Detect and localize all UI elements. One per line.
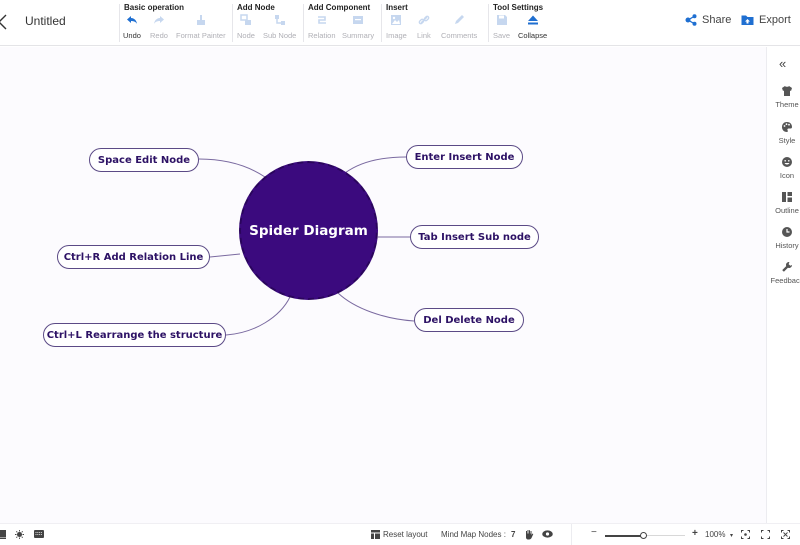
zoom-slider-fill	[605, 534, 644, 537]
link-icon	[418, 15, 430, 25]
top-toolbar: Untitled Basic operation Undo Redo Forma…	[0, 0, 800, 46]
fullscreen-icon[interactable]	[761, 530, 770, 539]
outline-icon	[782, 192, 792, 202]
zoom-slider[interactable]	[605, 532, 685, 539]
wrench-icon	[782, 262, 792, 272]
image-button[interactable]: Image	[386, 14, 407, 40]
divider	[303, 4, 304, 42]
palette-icon	[782, 122, 792, 132]
undo-button[interactable]: Undo	[123, 14, 141, 40]
keyboard-icon[interactable]	[34, 530, 44, 538]
divider	[488, 4, 489, 42]
fit-center-icon[interactable]	[741, 530, 750, 539]
zoom-level[interactable]: 100%	[705, 530, 725, 539]
connector-line	[209, 253, 241, 258]
back-arrow-icon[interactable]	[0, 12, 10, 32]
format-painter-icon	[196, 15, 205, 25]
eye-icon[interactable]	[542, 530, 553, 538]
summary-icon	[353, 16, 364, 24]
undo-icon	[126, 16, 137, 24]
group-title: Add Component	[308, 3, 371, 12]
sub-node-icon	[274, 15, 285, 25]
relation-icon	[317, 16, 326, 24]
sidebar-item-history[interactable]: History	[767, 226, 800, 250]
node-add-relation[interactable]: Ctrl+R Add Relation Line	[57, 245, 210, 269]
save-button[interactable]: Save	[493, 14, 510, 40]
connector-line	[337, 292, 415, 322]
zoom-dropdown-caret[interactable]: ▾	[730, 532, 733, 539]
collapse-button[interactable]: Collapse	[518, 14, 547, 40]
sidebar-item-icon[interactable]: Icon	[767, 156, 800, 180]
smiley-icon	[782, 157, 792, 167]
reset-layout-icon	[371, 530, 380, 539]
node-button[interactable]: Node	[237, 14, 255, 40]
sidebar-item-feedback[interactable]: Feedback	[767, 261, 800, 285]
sidebar-item-style[interactable]: Style	[767, 121, 800, 145]
group-title: Basic operation	[124, 3, 185, 12]
share-button[interactable]: Share	[685, 14, 731, 26]
root-node[interactable]: Spider Diagram	[239, 161, 378, 300]
node-enter-insert[interactable]: Enter Insert Node	[406, 145, 523, 169]
export-button[interactable]: Export	[741, 14, 791, 26]
image-icon	[391, 15, 402, 25]
redo-button[interactable]: Redo	[150, 14, 168, 40]
collapse-sidebar-icon[interactable]: «	[779, 56, 786, 71]
connector-line	[198, 158, 266, 178]
divider	[571, 524, 572, 545]
node-icon	[240, 14, 251, 25]
sidebar-item-outline[interactable]: Outline	[767, 191, 800, 215]
connector-line	[344, 156, 407, 174]
format-painter-button[interactable]: Format Painter	[176, 14, 226, 40]
document-title[interactable]: Untitled	[25, 14, 66, 28]
node-delete[interactable]: Del Delete Node	[414, 308, 524, 332]
shirt-icon	[782, 86, 792, 96]
divider	[381, 4, 382, 42]
zoom-out-button[interactable]: −	[591, 527, 597, 538]
sidebar-item-theme[interactable]: Theme	[767, 85, 800, 109]
status-bar: Reset layout Mind Map Nodes : 7 − + 100%…	[0, 523, 800, 545]
redo-icon	[153, 16, 164, 24]
connector-line	[225, 296, 291, 336]
right-sidebar: « Theme Style Icon Outline History Feedb…	[766, 47, 800, 523]
reset-layout-button[interactable]: Reset layout	[383, 530, 427, 539]
zoom-slider-handle[interactable]	[640, 532, 648, 539]
save-icon	[496, 15, 507, 25]
comments-button[interactable]: Comments	[441, 14, 477, 40]
group-title: Tool Settings	[493, 3, 544, 12]
eject-icon	[527, 15, 538, 25]
comments-icon	[455, 15, 465, 24]
mindmap-canvas[interactable]: Spider Diagram Space Edit Node Ctrl+R Ad…	[0, 47, 766, 523]
presentation-icon[interactable]	[0, 530, 6, 539]
hand-pan-icon[interactable]	[524, 529, 534, 540]
theme-toggle-icon[interactable]	[15, 530, 24, 539]
group-title: Insert	[386, 3, 408, 12]
node-rearrange[interactable]: Ctrl+L Rearrange the structure	[43, 323, 226, 347]
zoom-in-button[interactable]: +	[692, 528, 698, 539]
relation-button[interactable]: Relation	[308, 14, 336, 40]
link-button[interactable]: Link	[417, 14, 431, 40]
share-icon	[685, 14, 697, 26]
connector-lines	[198, 156, 415, 336]
node-tab-insert-sub[interactable]: Tab Insert Sub node	[410, 225, 539, 249]
node-space-edit[interactable]: Space Edit Node	[89, 148, 199, 172]
node-count-label: Mind Map Nodes :	[441, 530, 506, 539]
summary-button[interactable]: Summary	[342, 14, 374, 40]
divider	[119, 4, 120, 42]
node-count-value: 7	[511, 530, 516, 539]
clock-icon	[782, 227, 792, 237]
fit-screen-icon[interactable]	[781, 530, 790, 539]
share-label: Share	[702, 14, 732, 26]
export-label: Export	[759, 14, 791, 26]
group-title: Add Node	[237, 3, 275, 12]
divider	[232, 4, 233, 42]
export-icon	[741, 15, 754, 25]
sub-node-button[interactable]: Sub Node	[263, 14, 296, 40]
